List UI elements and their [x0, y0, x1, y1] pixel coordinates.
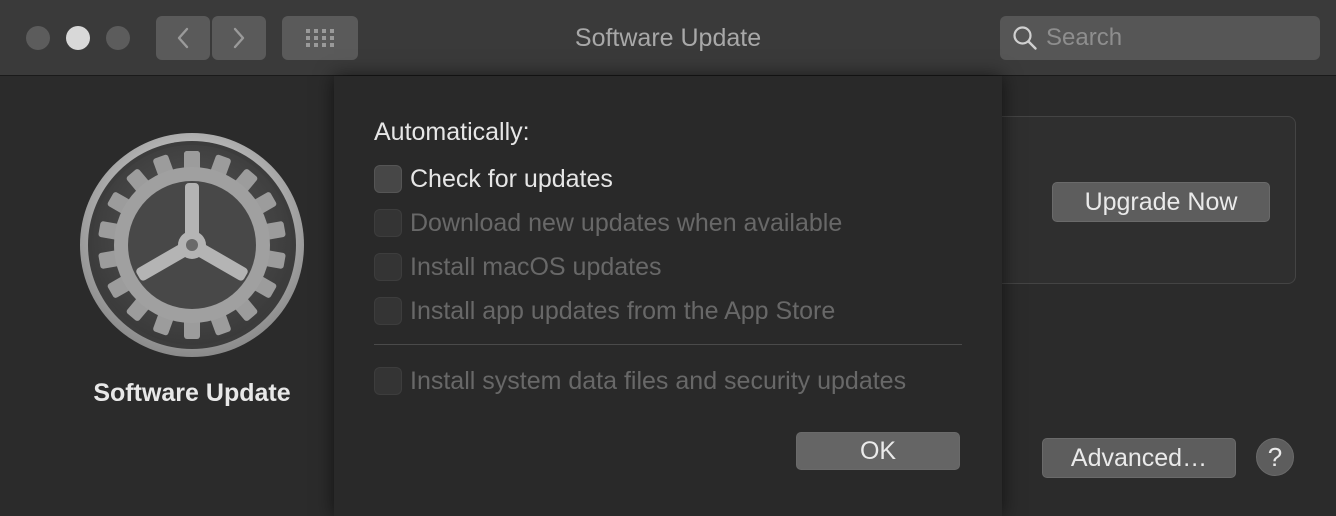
upgrade-now-button[interactable]: Upgrade Now: [1052, 182, 1270, 222]
automatic-updates-sheet: Automatically: Check for updates Downloa…: [334, 76, 1002, 516]
download-updates-option: Download new updates when available: [374, 208, 842, 238]
checkbox: [374, 253, 402, 281]
install-app-updates-option: Install app updates from the App Store: [374, 296, 835, 326]
ok-button[interactable]: OK: [796, 432, 960, 470]
divider: [374, 344, 962, 345]
show-all-button[interactable]: [282, 16, 358, 60]
help-button[interactable]: ?: [1256, 438, 1294, 476]
back-button[interactable]: [156, 16, 210, 60]
search-field[interactable]: [1000, 16, 1320, 60]
checkbox: [374, 367, 402, 395]
window-title: Software Update: [574, 24, 762, 52]
zoom-window-button[interactable]: [106, 26, 130, 50]
checkbox: [374, 297, 402, 325]
gear-icon: [80, 133, 304, 357]
checkbox[interactable]: [374, 165, 402, 193]
install-security-updates-option: Install system data files and security u…: [374, 366, 906, 396]
close-window-button[interactable]: [26, 26, 50, 50]
search-input[interactable]: [1046, 24, 1306, 52]
option-label: Check for updates: [410, 164, 613, 193]
minimize-window-button[interactable]: [66, 26, 90, 50]
chevron-left-icon: [177, 27, 189, 49]
option-label: Install macOS updates: [410, 252, 662, 281]
check-for-updates-option[interactable]: Check for updates: [374, 164, 613, 194]
option-label: Install system data files and security u…: [410, 366, 907, 395]
install-macos-updates-option: Install macOS updates: [374, 252, 662, 282]
search-icon: [1013, 26, 1037, 50]
title-bar: Software Update: [0, 0, 1336, 76]
sidebar: Software Update: [0, 77, 334, 516]
chevron-right-icon: [233, 27, 245, 49]
grid-icon: [306, 29, 334, 47]
advanced-button[interactable]: Advanced…: [1042, 438, 1236, 478]
forward-button[interactable]: [212, 16, 266, 60]
option-label: Download new updates when available: [410, 208, 843, 237]
option-label: Install app updates from the App Store: [410, 296, 836, 325]
checkbox: [374, 209, 402, 237]
sheet-heading: Automatically:: [374, 118, 530, 146]
app-name-label: Software Update: [93, 379, 291, 407]
